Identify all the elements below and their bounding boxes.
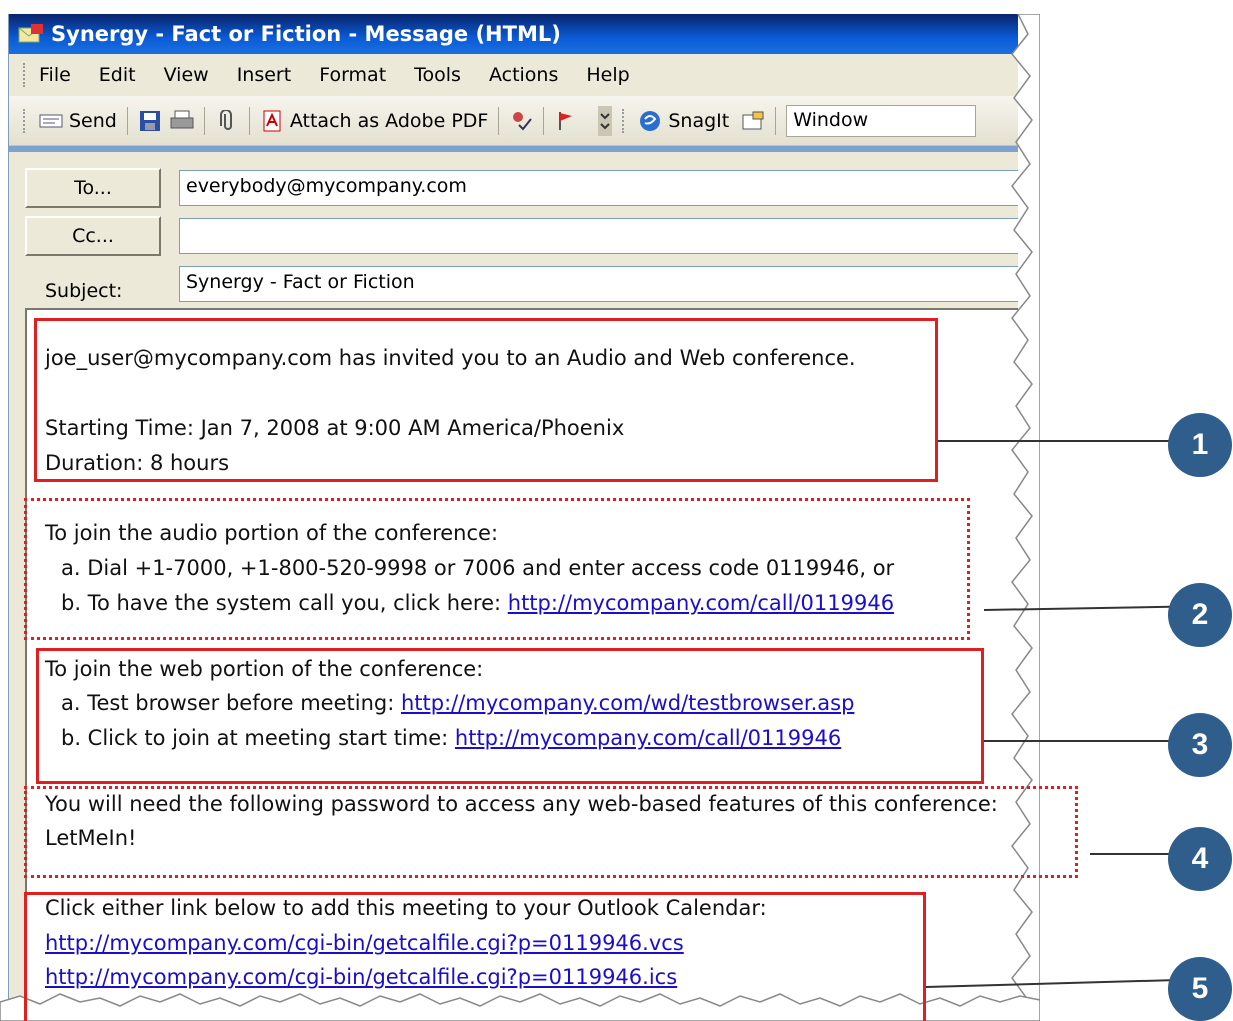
toolbar-grip[interactable] [23, 108, 27, 133]
toolbar-options-chevron-icon[interactable] [598, 105, 613, 136]
save-icon[interactable] [138, 110, 162, 132]
snagit-label: SnagIt [668, 109, 730, 132]
menu-bar: File Edit View Insert Format Tools Actio… [9, 54, 1018, 96]
print-icon[interactable] [170, 110, 194, 132]
menu-edit[interactable]: Edit [99, 64, 136, 86]
toolbar-grip[interactable] [622, 108, 626, 133]
toolbar-separator [498, 106, 500, 135]
standard-toolbar: Send Attach as Adobe PDF SnagIt Window [9, 96, 1018, 146]
to-field[interactable]: everybody@mycompany.com [179, 170, 1018, 206]
callout-leader-3 [984, 740, 1178, 742]
toolbar-separator [775, 106, 777, 135]
attach-as-pdf-button[interactable]: Attach as Adobe PDF [260, 110, 488, 132]
snagit-icon [640, 110, 661, 131]
message-icon [18, 24, 43, 43]
toolbar-separator [543, 106, 545, 135]
snagit-capture-icon[interactable] [741, 110, 765, 132]
menu-view[interactable]: View [164, 64, 209, 86]
cc-field[interactable] [179, 218, 1018, 254]
callout-3: 3 [1168, 713, 1232, 777]
check-names-icon[interactable] [509, 110, 533, 132]
subject-label: Subject: [45, 280, 123, 302]
menu-grip[interactable] [23, 63, 27, 87]
menu-actions[interactable]: Actions [489, 64, 558, 86]
cc-button[interactable]: Cc... [25, 216, 161, 256]
menu-file[interactable]: File [39, 64, 71, 86]
callout-5: 5 [1168, 957, 1232, 1021]
send-button[interactable]: Send [39, 110, 117, 132]
to-button[interactable]: To... [25, 168, 161, 208]
toolbar-separator [203, 106, 205, 135]
toolbar-separator [248, 106, 250, 135]
flag-icon[interactable] [554, 110, 578, 132]
callout-2: 2 [1168, 583, 1232, 647]
subject-field[interactable]: Synergy - Fact or Fiction [179, 266, 1018, 302]
toolbar-separator [126, 106, 128, 135]
window-title: Synergy - Fact or Fiction - Message (HTM… [51, 22, 561, 46]
menu-tools[interactable]: Tools [414, 64, 461, 86]
send-label: Send [69, 109, 117, 132]
send-icon [39, 114, 63, 127]
highlight-box-5 [24, 892, 926, 1021]
highlight-box-1 [34, 318, 938, 482]
callout-1: 1 [1168, 413, 1232, 477]
attach-as-pdf-label: Attach as Adobe PDF [289, 109, 489, 132]
highlight-box-2 [24, 498, 970, 640]
callout-4: 4 [1168, 827, 1232, 891]
message-header: To... everybody@mycompany.com Cc... Subj… [9, 152, 1018, 308]
adobe-pdf-icon [263, 110, 281, 131]
menu-help[interactable]: Help [586, 64, 629, 86]
menu-format[interactable]: Format [319, 64, 386, 86]
title-bar: Synergy - Fact or Fiction - Message (HTM… [9, 14, 1018, 54]
callout-leader-1 [938, 440, 1178, 442]
snagit-button[interactable]: SnagIt [638, 110, 729, 132]
paperclip-icon[interactable] [215, 109, 239, 132]
menu-insert[interactable]: Insert [237, 64, 292, 86]
highlight-box-3 [36, 648, 984, 784]
capture-mode-select[interactable]: Window [786, 104, 977, 137]
callout-leader-4 [1090, 853, 1178, 855]
highlight-box-4 [24, 786, 1078, 878]
